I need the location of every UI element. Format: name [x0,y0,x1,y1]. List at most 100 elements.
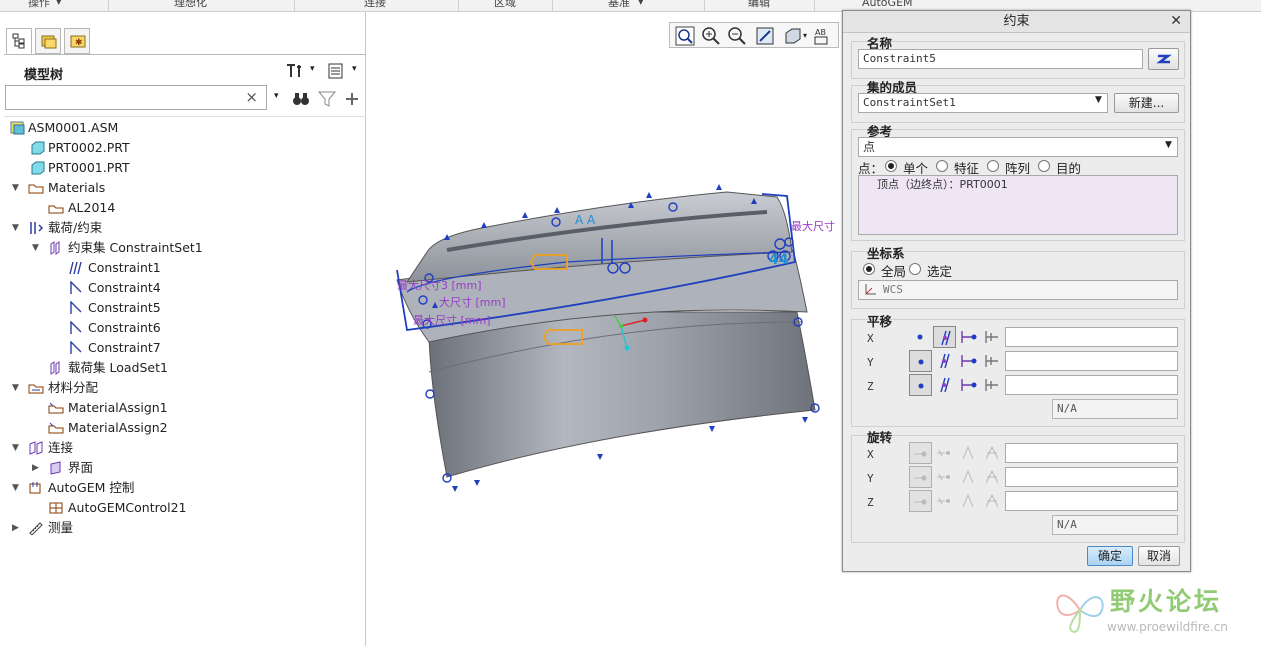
rotation-y-value[interactable] [1005,467,1178,487]
rotation-x-free-button[interactable] [909,442,932,464]
rotation-z-function-button[interactable] [981,490,1004,512]
dropdown-arrow-icon[interactable]: ▼ [1095,95,1102,105]
display-style-icon[interactable] [782,25,804,47]
dropdown-arrow-icon[interactable]: ▾ [638,0,644,8]
csys-collector[interactable]: WCS [858,280,1178,300]
dropdown-arrow-icon[interactable]: ▼ [1165,140,1172,150]
part-icon [31,161,45,175]
translation-z-fixed-button[interactable] [933,374,956,396]
expand-arrow-icon[interactable]: ▼ [12,218,22,238]
translation-y-value[interactable] [1005,351,1178,371]
rotation-z-prescribed-button[interactable] [957,490,980,512]
rotation-x-value[interactable] [1005,443,1178,463]
repaint-icon[interactable] [754,25,776,47]
close-icon[interactable]: ✕ [1170,13,1182,29]
tree-divider [4,116,366,117]
translation-section-title: 平移 [867,314,893,329]
translation-units-field[interactable]: N/A [1052,399,1178,419]
constraint-set-icon [50,241,60,255]
expand-arrow-icon[interactable]: ▼ [12,378,22,398]
collapse-arrow-icon[interactable]: ▶ [32,458,42,478]
rotation-x-function-button[interactable] [981,442,1004,464]
tab-folder-browser[interactable] [35,28,61,54]
translation-z-value[interactable] [1005,375,1178,395]
reference-collector[interactable]: 顶点（边终点）：PRT0001 [858,175,1178,235]
clear-icon[interactable]: × [245,88,258,106]
translation-y-free-button[interactable] [909,350,932,372]
rotation-x-prescribed-button[interactable] [957,442,980,464]
radio-intent[interactable] [1038,160,1050,172]
ribbon-divider [108,0,109,12]
zoom-out-icon[interactable] [726,25,748,47]
translation-z-prescribed-button[interactable] [957,374,980,396]
rotation-y-prescribed-button[interactable] [957,466,980,488]
annotation-display-icon[interactable]: AB [812,25,834,47]
translation-y-function-button[interactable] [981,350,1004,372]
ribbon-tab-regions[interactable]: 区域 [494,0,516,9]
translation-y-prescribed-button[interactable] [957,350,980,372]
rotation-x-fixed-button[interactable] [933,442,956,464]
rotation-units-field[interactable]: N/A [1052,515,1178,535]
translation-y-fixed-button[interactable] [933,350,956,372]
translation-x-value[interactable] [1005,327,1178,347]
dropdown-arrow-icon[interactable]: ▾ [56,0,62,8]
dropdown-arrow-icon[interactable]: ▾ [352,64,357,74]
show-list-icon[interactable] [326,62,346,80]
translation-x-free-button[interactable] [909,326,932,348]
refit-zoom-icon[interactable] [674,25,696,47]
function-rotation-icon [985,445,999,460]
tree-node-label: 载荷集 LoadSet1 [68,360,168,375]
ribbon-tab-datum[interactable]: 基准 [608,0,630,9]
add-icon[interactable] [342,90,362,108]
ok-button[interactable]: 确定 [1087,546,1133,566]
dropdown-arrow-icon[interactable]: ▾ [310,64,315,74]
fixed-rotation-icon [937,497,950,505]
expand-arrow-icon[interactable]: ▼ [12,178,22,198]
tab-favorites[interactable]: ✱ [64,28,90,54]
ribbon-tab-idealize[interactable]: 理想化 [174,0,207,9]
name-color-button[interactable] [1148,48,1179,70]
tab-model-tree[interactable] [6,28,32,54]
translation-x-fixed-button[interactable] [933,326,956,348]
tree-search-input[interactable]: × [5,85,267,110]
ribbon-tab-autogem[interactable]: AutoGEM [862,0,913,9]
reference-type-select[interactable]: 点 [858,137,1178,157]
ribbon-tab-connections[interactable]: 连接 [364,0,386,9]
rotation-z-free-button[interactable] [909,490,932,512]
tree-settings-icon[interactable] [284,62,304,80]
find-binoculars-icon[interactable] [291,90,311,108]
zoom-in-icon[interactable] [700,25,722,47]
translation-x-prescribed-button[interactable] [957,326,980,348]
ribbon-tab-edit[interactable]: 编辑 [748,0,770,9]
rotation-y-free-button[interactable] [909,466,932,488]
constraint-name-field[interactable]: Constraint5 [858,49,1143,69]
expand-arrow-icon[interactable]: ▼ [12,478,22,498]
translation-z-function-button[interactable] [981,374,1004,396]
translation-z-free-button[interactable] [909,374,932,396]
rotation-y-fixed-button[interactable] [933,466,956,488]
rotation-y-function-button[interactable] [981,466,1004,488]
radio-feature[interactable] [936,160,948,172]
graphics-viewport[interactable]: 44 A A 最大尺寸3 [mm] 大尺寸 [mm] 最大尺寸 [mm] 最大尺… [367,12,843,646]
constraint-set-select[interactable]: ConstraintSet1 [858,93,1108,113]
dropdown-arrow-icon[interactable]: ▾ [803,31,807,40]
rotation-z-fixed-button[interactable] [933,490,956,512]
new-set-button[interactable]: 新建... [1114,93,1179,113]
prescribed-rotation-icon [962,445,974,460]
ribbon-tab-operations[interactable]: 操作 [28,0,50,9]
radio-pattern[interactable] [987,160,999,172]
rotation-y-label: Y [867,472,874,485]
translation-x-function-button[interactable] [981,326,1004,348]
cancel-button[interactable]: 取消 [1138,546,1180,566]
model-3d-view[interactable]: 44 A A 最大尺寸3 [mm] 大尺寸 [mm] 最大尺寸 [mm] 最大尺… [367,12,843,646]
rotation-z-value[interactable] [1005,491,1178,511]
constraint-dialog: 约束 ✕ 名称 Constraint5 集的成员 ConstraintSet1 … [842,10,1191,572]
radio-single[interactable] [885,160,897,172]
expand-arrow-icon[interactable]: ▼ [12,438,22,458]
dropdown-arrow-icon[interactable]: ▾ [274,91,279,101]
radio-global[interactable] [863,263,875,275]
collapse-arrow-icon[interactable]: ▶ [12,518,22,538]
radio-selected[interactable] [909,263,921,275]
filter-icon[interactable] [317,90,337,108]
expand-arrow-icon[interactable]: ▼ [32,238,42,258]
